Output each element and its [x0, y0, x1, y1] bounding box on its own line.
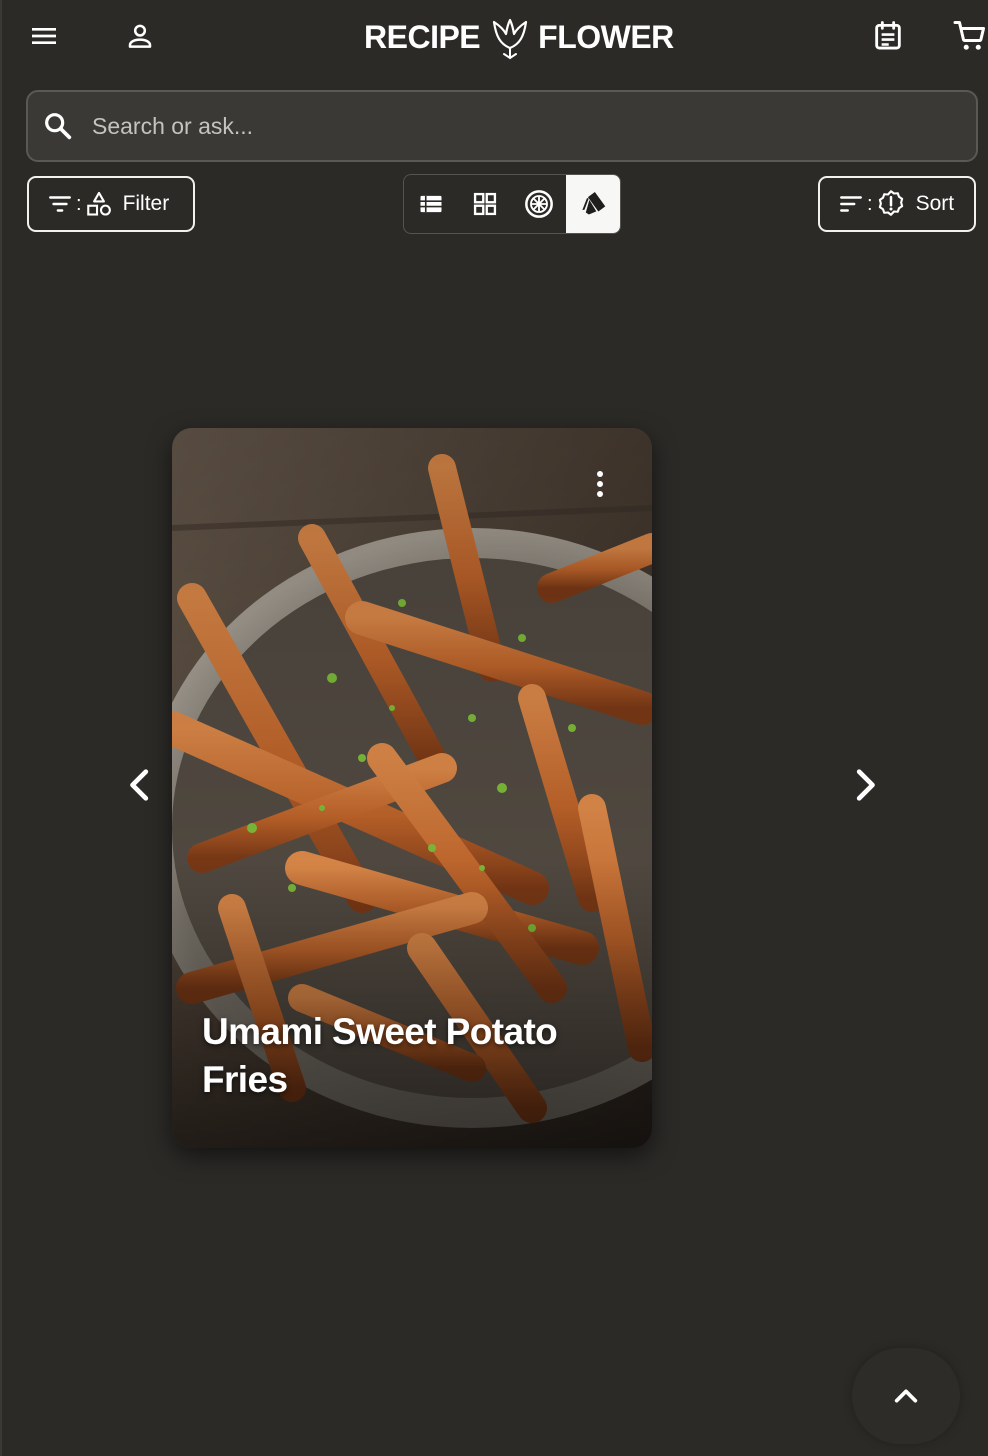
search-icon — [42, 110, 74, 142]
search-input[interactable] — [92, 92, 976, 160]
search-bar[interactable] — [26, 90, 978, 162]
grid-view-option[interactable] — [458, 175, 512, 233]
filter-button[interactable]: : Filter — [27, 176, 195, 232]
sort-label: Sort — [915, 192, 955, 215]
sort-lines-icon — [840, 196, 862, 212]
shopping-cart-icon — [953, 21, 985, 50]
top-bar: RECIPE FLOWER — [2, 0, 988, 74]
filter-label: Filter — [122, 192, 170, 215]
logo-text-left: RECIPE — [364, 18, 481, 55]
carousel-next-button[interactable] — [832, 752, 898, 818]
sort-button[interactable]: : Sort — [818, 176, 976, 232]
account-icon — [128, 24, 152, 48]
recipe-title: Umami Sweet Potato Fries — [202, 1011, 558, 1100]
carousel-prev-button[interactable] — [102, 752, 178, 818]
logo-text-right: FLOWER — [538, 18, 674, 55]
meal-planner-button[interactable] — [866, 14, 910, 58]
sort-separator: : — [867, 192, 873, 215]
chevron-right-icon — [856, 769, 875, 801]
menu-icon — [32, 28, 56, 44]
alert-badge-icon — [878, 190, 903, 216]
card-stack-view-option[interactable] — [566, 175, 620, 233]
shapes-icon — [86, 191, 111, 216]
scroll-to-top-button[interactable] — [852, 1348, 960, 1444]
app-logo[interactable]: RECIPE FLOWER — [364, 12, 674, 62]
filter-lines-icon — [49, 196, 71, 212]
list-view-icon — [420, 195, 442, 213]
list-view-option[interactable] — [404, 175, 458, 233]
account-button[interactable] — [118, 14, 162, 58]
recipe-card[interactable]: Umami Sweet Potato Fries — [172, 428, 652, 1148]
view-toggle-group — [403, 174, 621, 234]
grid-view-icon — [473, 192, 497, 216]
chevron-left-icon — [130, 769, 149, 801]
more-vertical-icon — [597, 471, 603, 497]
filter-separator: : — [76, 192, 82, 215]
wheel-view-icon — [525, 190, 553, 218]
cart-button[interactable] — [948, 14, 988, 58]
flower-logo-icon — [490, 14, 530, 60]
wheel-view-option[interactable] — [512, 175, 566, 233]
card-more-menu-button[interactable] — [580, 462, 620, 506]
card-stack-view-icon — [582, 192, 606, 215]
calendar-icon — [875, 21, 901, 50]
app-page: RECIPE FLOWER Search or ask...: Filter … — [0, 0, 988, 1456]
chevron-up-icon — [894, 1389, 918, 1403]
menu-button[interactable] — [22, 14, 66, 58]
